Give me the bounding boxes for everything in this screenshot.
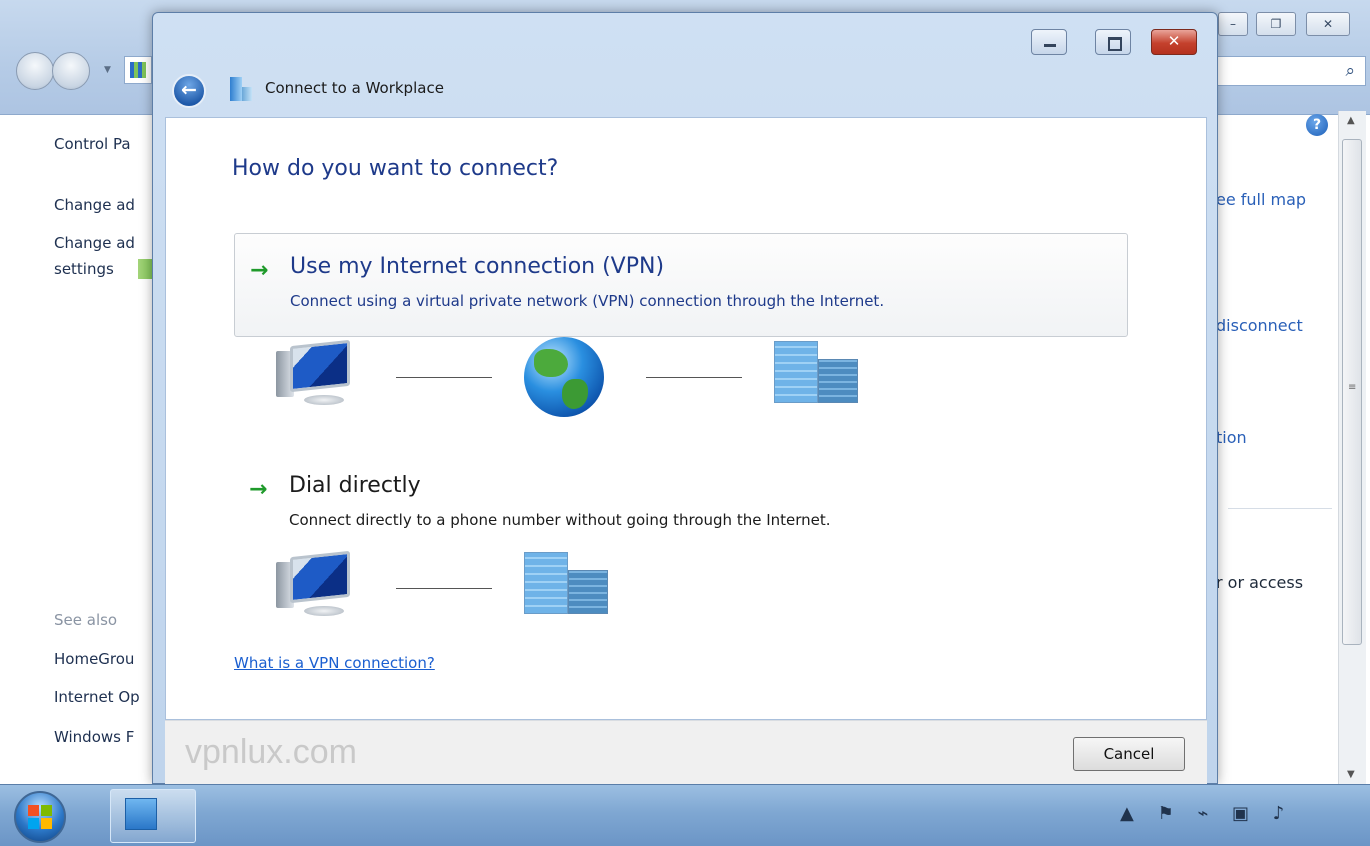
option-dial-directly[interactable]: → Dial directly Connect directly to a ph…	[234, 453, 1128, 557]
scroll-up-icon[interactable]: ▲	[1347, 115, 1355, 126]
back-nav-button[interactable]	[16, 52, 54, 90]
computer-icon	[276, 337, 356, 417]
connection-line	[396, 588, 492, 589]
control-panel-left-nav: Control Pa Change ad Change ad settings …	[0, 115, 152, 784]
change-adapter-settings-link[interactable]: Change ad	[54, 196, 135, 214]
start-button[interactable]	[14, 791, 66, 843]
taskbar-control-panel-item[interactable]	[110, 789, 196, 843]
connection-line	[396, 377, 492, 378]
office-building-icon	[774, 341, 860, 409]
office-building-icon	[524, 552, 610, 620]
volume-icon[interactable]: ♪	[1273, 803, 1285, 824]
bg-minimize-button[interactable]: –	[1218, 12, 1248, 36]
close-button[interactable]	[1151, 29, 1197, 55]
address-bar-icon	[124, 56, 152, 84]
dialog-content: How do you want to connect? → Use my Int…	[165, 117, 1207, 720]
taskbar: ▲ ⚑ ⌁ ▣ ♪	[0, 784, 1370, 846]
search-box[interactable]: ⌕	[1216, 56, 1366, 86]
watermark: vpnlux.com	[185, 733, 357, 771]
power-icon[interactable]: ⌁	[1197, 803, 1208, 824]
option-description: Connect using a virtual private network …	[290, 292, 885, 310]
scroll-grip-icon: ≡	[1348, 382, 1357, 393]
globe-icon	[524, 337, 604, 417]
search-icon[interactable]: ⌕	[1345, 61, 1355, 81]
minimize-button[interactable]	[1031, 29, 1067, 55]
system-tray: ▲ ⚑ ⌁ ▣ ♪	[1120, 803, 1302, 824]
network-icon[interactable]: ▣	[1232, 803, 1249, 824]
cancel-button[interactable]: Cancel	[1073, 737, 1185, 771]
option-description: Connect directly to a phone number witho…	[289, 511, 831, 529]
wizard-back-button[interactable]: ←	[172, 74, 206, 108]
change-advanced-settings-link[interactable]: Change ad	[54, 234, 135, 252]
divider	[1228, 508, 1332, 509]
windows-logo-icon	[28, 805, 52, 829]
recent-pages-dropdown-icon[interactable]: ▼	[104, 65, 111, 75]
scroll-thumb[interactable]: ≡	[1342, 139, 1362, 645]
internet-options-link[interactable]: Internet Op	[54, 688, 140, 706]
option-title: Dial directly	[289, 473, 421, 498]
see-also-label: See also	[54, 611, 118, 629]
connect-to-workplace-dialog: ← Connect to a Workplace How do you want…	[152, 12, 1218, 784]
dialog-footer: vpnlux.com Cancel	[165, 720, 1207, 784]
workplace-network-icon	[230, 77, 252, 101]
control-panel-home-link[interactable]: Control Pa	[54, 135, 131, 153]
see-full-map-link[interactable]: ee full map	[1216, 190, 1306, 209]
vpn-illustration	[166, 333, 1208, 423]
computer-icon	[276, 548, 356, 628]
what-is-vpn-link[interactable]: What is a VPN connection?	[234, 654, 435, 672]
change-advanced-settings-link-line2[interactable]: settings	[54, 260, 114, 278]
network-warning-icon[interactable]: ⚑	[1158, 803, 1174, 824]
homegroup-link[interactable]: HomeGrou	[54, 650, 134, 668]
arrow-right-icon: →	[250, 258, 269, 283]
option-use-vpn[interactable]: → Use my Internet connection (VPN) Conne…	[234, 233, 1128, 337]
connection-link[interactable]: tion	[1216, 428, 1247, 447]
page-heading: How do you want to connect?	[232, 156, 559, 181]
windows-firewall-link[interactable]: Windows F	[54, 728, 134, 746]
show-hidden-icons-icon[interactable]: ▲	[1120, 803, 1134, 824]
help-icon[interactable]: ?	[1306, 114, 1328, 136]
disconnect-link[interactable]: disconnect	[1216, 316, 1303, 335]
option-title: Use my Internet connection (VPN)	[290, 254, 665, 279]
vertical-scrollbar[interactable]: ▲ ≡ ▼	[1338, 111, 1366, 784]
control-panel-icon	[125, 798, 157, 830]
bg-close-button[interactable]: ✕	[1306, 12, 1350, 36]
connection-line	[646, 377, 742, 378]
dialog-title: Connect to a Workplace	[265, 79, 444, 97]
forward-nav-button[interactable]	[52, 52, 90, 90]
dial-illustration	[166, 544, 1208, 634]
maximize-button[interactable]	[1095, 29, 1131, 55]
access-text: r or access	[1216, 573, 1304, 592]
arrow-right-icon: →	[249, 477, 268, 502]
scroll-down-icon[interactable]: ▼	[1347, 769, 1355, 780]
bg-restore-button[interactable]: ❐	[1256, 12, 1296, 36]
